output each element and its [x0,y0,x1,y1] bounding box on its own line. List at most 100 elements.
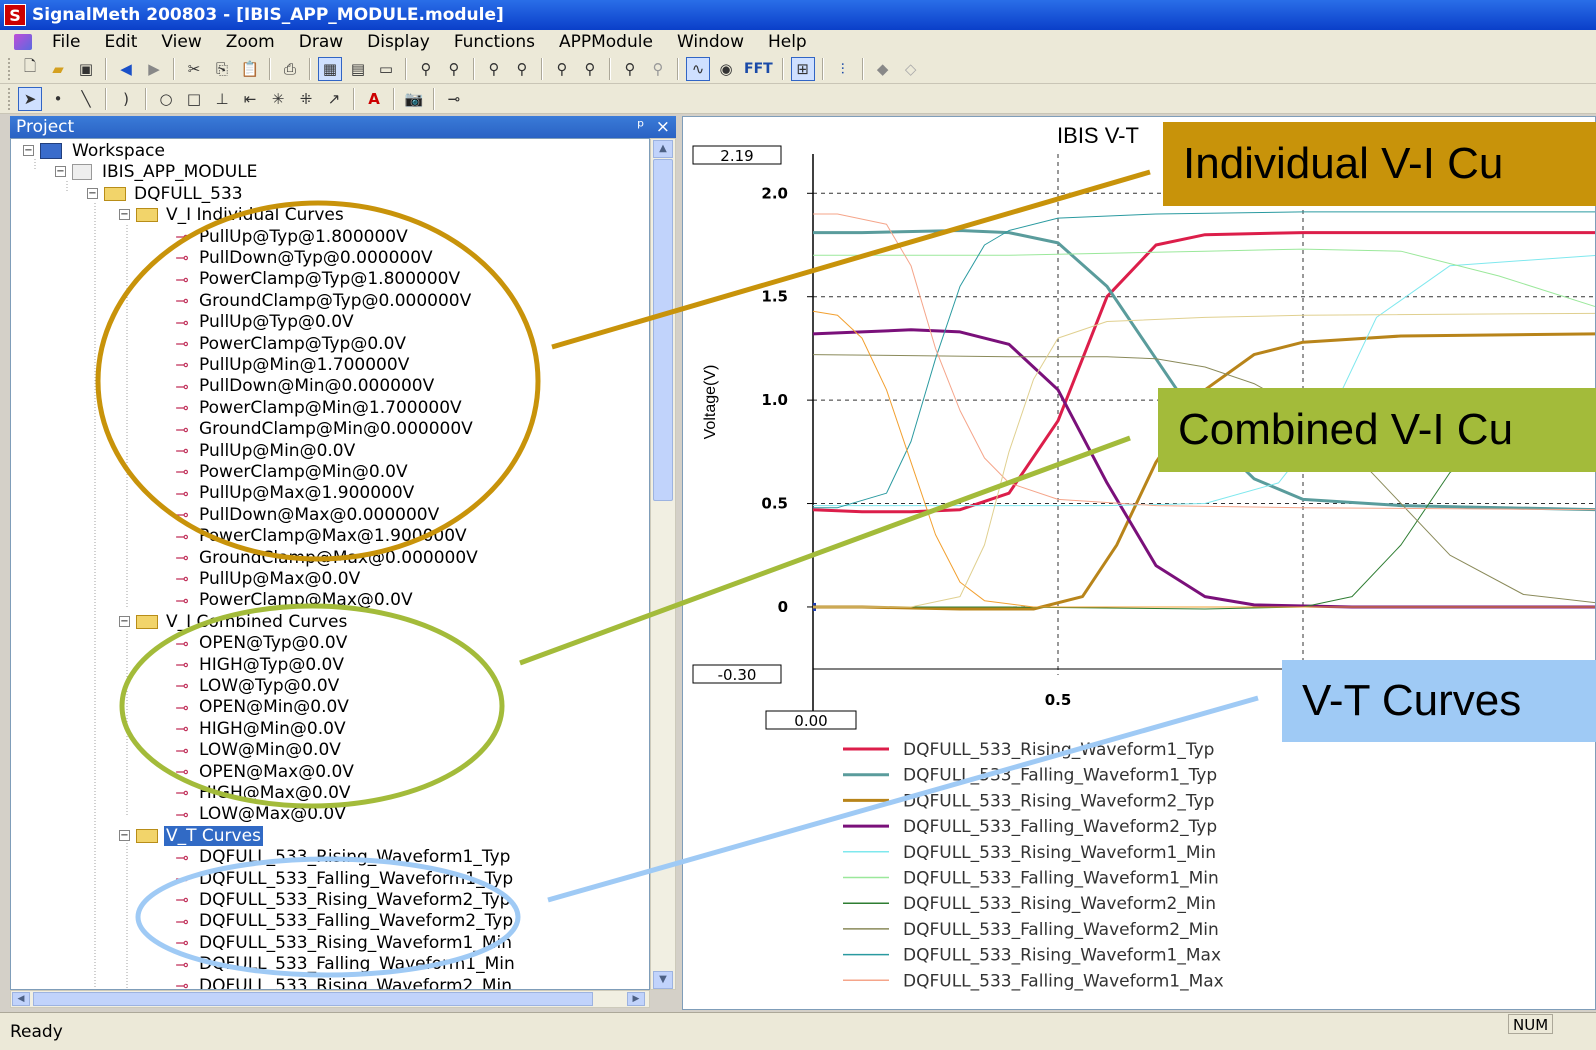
menu-window[interactable]: Window [665,32,756,52]
text-tool-icon[interactable]: A [362,87,386,111]
probe-h-icon[interactable]: ⚲ [646,57,670,81]
copy-icon[interactable]: ⎘ [210,57,234,81]
tree-leaf[interactable]: ⊸ PowerClamp@Max@0.0V [173,590,415,611]
tree-leaf[interactable]: ⊸ PullUp@Typ@1.800000V [173,226,410,247]
line-tool-icon[interactable]: ╲ [74,87,98,111]
tree-leaf[interactable]: ⊸ OPEN@Min@0.0V [173,697,351,718]
tree-leaf[interactable]: ⊸ PullDown@Max@0.000000V [173,504,441,525]
measure-icon[interactable]: ↗ [322,87,346,111]
layout-two-icon[interactable]: ▤ [346,57,370,81]
scroll-down-icon[interactable]: ▼ [653,971,673,989]
left-marker-icon[interactable]: ⇤ [238,87,262,111]
tree-leaf[interactable]: ⊸ PowerClamp@Min@1.700000V [173,397,464,418]
toolbar-grip[interactable] [8,57,12,80]
grid-view-icon[interactable]: ⊞ [790,56,815,81]
tree-leaf[interactable]: ⊸ DQFULL_533_Rising_Waveform1_Min [173,932,514,953]
tree-leaf[interactable]: ⊸ DQFULL_533_Falling_Waveform2_Typ [173,911,515,932]
collapse-icon[interactable]: − [119,616,130,628]
pin-tool-icon[interactable]: ⊸ [442,87,466,111]
ground-marker-icon[interactable]: ⊥ [210,87,234,111]
close-icon[interactable]: × [656,117,670,137]
tree-leaf[interactable]: ⊸ PowerClamp@Min@0.0V [173,461,410,482]
tree-leaf[interactable]: ⊸ DQFULL_533_Rising_Waveform1_Typ [173,847,512,868]
tree-leaf[interactable]: ⊸ PowerClamp@Typ@0.0V [173,333,408,354]
title-bar[interactable]: S SignalMeth 200803 - [IBIS_APP_MODULE.m… [0,0,1596,30]
tree-horizontal-scrollbar[interactable]: ◀ ▶ [10,990,650,1008]
document-window-icon[interactable] [14,34,32,50]
menu-help[interactable]: Help [756,32,819,52]
vt-chart-panel[interactable]: IBIS V-T 2.0 1.5 1.0 0.5 0 0.5 2.19 -0.30 0.00 Vol… [682,116,1596,1010]
back-icon[interactable]: ◀ [114,57,138,81]
tree-folder-vt[interactable]: − V_T Curves [119,825,263,846]
scroll-up-icon[interactable]: ▲ [653,140,673,158]
tree-leaf[interactable]: ⊸ PullDown@Min@0.000000V [173,376,436,397]
tree-leaf[interactable]: ⊸ DQFULL_533_Falling_Waveform1_Min [173,954,517,975]
tree-leaf[interactable]: ⊸ GroundClamp@Max@0.000000V [173,547,480,568]
probe-a-icon[interactable]: ⚲ [414,57,438,81]
probe-f-icon[interactable]: ⚲ [578,57,602,81]
collapse-icon[interactable]: − [119,209,130,220]
tree-leaf[interactable]: ⊸ GroundClamp@Typ@0.000000V [173,290,473,311]
scroll-thumb[interactable] [653,159,673,501]
menu-zoom[interactable]: Zoom [214,32,287,52]
tree-leaf[interactable]: ⊸ PullDown@Typ@0.000000V [173,247,435,268]
menu-view[interactable]: View [149,32,213,52]
probe-b-icon[interactable]: ⚲ [442,57,466,81]
forward-icon[interactable]: ▶ [142,57,166,81]
tree-leaf[interactable]: ⊸ PullUp@Min@0.0V [173,440,357,461]
menu-draw[interactable]: Draw [287,32,355,52]
collapse-icon[interactable]: − [119,830,130,842]
point-icon[interactable]: • [46,87,70,111]
split-marker-icon[interactable]: ⁜ [294,87,318,111]
arc-tool-icon[interactable]: ) [114,87,138,111]
menu-appmodule[interactable]: APPModule [547,32,665,52]
tree-leaf[interactable]: ⊸ OPEN@Max@0.0V [173,761,356,782]
tree-vertical-scrollbar[interactable]: ▲ ▼ [650,138,676,990]
cut-icon[interactable]: ✂ [182,57,206,81]
probe-g-icon[interactable]: ⚲ [618,57,642,81]
toolbar-grip[interactable] [8,87,12,110]
menu-functions[interactable]: Functions [442,32,547,52]
print-icon[interactable]: ⎙ [278,57,302,81]
collapse-icon[interactable]: − [87,188,98,199]
tree-folder-combined[interactable]: − V_I Combined Curves [119,611,349,632]
tree-node-workspace[interactable]: − Workspace [23,140,167,161]
tree-leaf[interactable]: ⊸ LOW@Max@0.0V [173,804,348,825]
cross-marker-icon[interactable]: ✳ [266,87,290,111]
tree-leaf[interactable]: ⊸ PullUp@Min@1.700000V [173,354,411,375]
layout-one-icon[interactable]: ▦ [318,56,342,81]
tree-leaf[interactable]: ⊸ LOW@Typ@0.0V [173,675,341,696]
tree-leaf[interactable]: ⊸ PullUp@Typ@0.0V [173,312,356,333]
probe-c-icon[interactable]: ⚲ [482,57,506,81]
tree-leaf[interactable]: ⊸ HIGH@Min@0.0V [173,718,348,739]
probe-e-icon[interactable]: ⚲ [550,57,574,81]
tree-leaf[interactable]: ⊸ DQFULL_533_Rising_Waveform2_Typ [173,889,512,910]
pin-icon[interactable]: ᵖ [637,117,644,137]
scroll-thumb[interactable] [33,992,593,1006]
open-folder-icon[interactable]: ▰ [46,57,70,81]
scroll-left-icon[interactable]: ◀ [12,992,30,1006]
tree-leaf[interactable]: ⊸ HIGH@Max@0.0V [173,782,353,803]
tree-leaf[interactable]: ⊸ GroundClamp@Min@0.000000V [173,419,475,440]
paste-icon[interactable]: 📋 [238,57,262,81]
bus-icon[interactable]: ⫶ [831,57,855,81]
tree-node-module[interactable]: − IBIS_APP_MODULE [55,161,259,182]
collapse-icon[interactable]: − [55,166,66,177]
layout-three-icon[interactable]: ▭ [374,57,398,81]
new-file-icon[interactable]: 🗋 [18,57,42,81]
menu-file[interactable]: File [40,32,92,52]
rectangle-tool-icon[interactable]: □ [182,87,206,111]
tree-leaf[interactable]: ⊸ HIGH@Typ@0.0V [173,654,346,675]
tree-folder-individual[interactable]: − V_I Individual Curves [119,204,346,225]
tree-leaf[interactable]: ⊸ DQFULL_533_Rising_Waveform2_Min [173,975,514,990]
eye-diagram-icon[interactable]: ◉ [714,57,738,81]
fft-button[interactable]: FFT [744,61,773,77]
tree-leaf[interactable]: ⊸ PowerClamp@Max@1.900000V [173,526,469,547]
probe-d-icon[interactable]: ⚲ [510,57,534,81]
tree-leaf[interactable]: ⊸ PullUp@Max@0.0V [173,568,362,589]
collapse-icon[interactable]: − [23,145,34,156]
shape-filled-icon[interactable]: ◆ [871,57,895,81]
pointer-icon[interactable]: ➤ [18,86,42,111]
tree-node-component[interactable]: − DQFULL_533 [87,183,245,204]
ellipse-tool-icon[interactable]: ○ [154,87,178,111]
